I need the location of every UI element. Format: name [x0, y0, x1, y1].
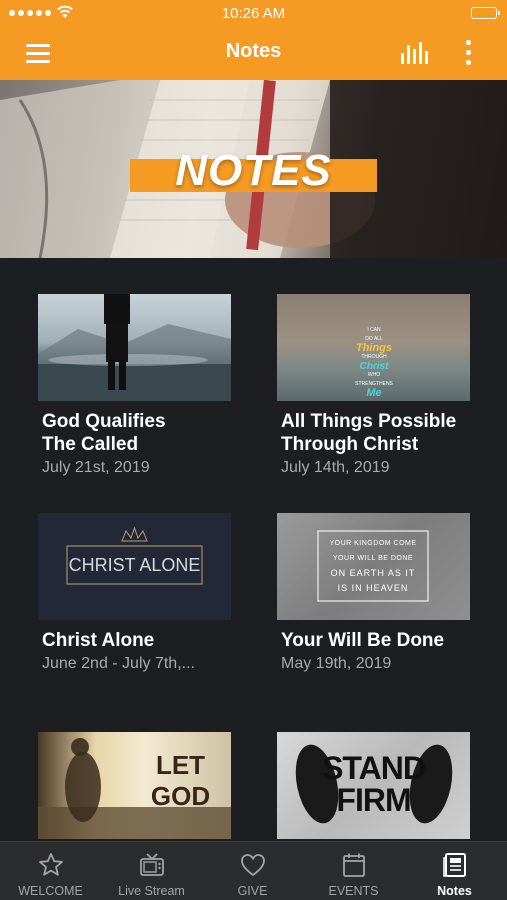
tab-bar: WELCOME Live Stream GIVE EVENTS Notes	[0, 841, 507, 900]
tab-label: Live Stream	[118, 884, 185, 898]
note-thumbnail: CHRIST ALONE	[38, 513, 231, 620]
thumb-line: YOUR WILL BE DONE	[332, 555, 414, 562]
battery-icon	[471, 7, 500, 19]
note-title: Your Will Be Done	[281, 630, 445, 651]
audio-levels-icon[interactable]	[398, 39, 432, 67]
note-thumbnail: YOUR KINGDOM COME YOUR WILL BE DONE ON E…	[277, 513, 470, 620]
note-date: June 2nd - July 7th,...	[42, 655, 195, 672]
tab-give[interactable]: GIVE	[202, 842, 303, 900]
thumb-line: WHO	[367, 372, 381, 378]
note-title-line: God Qualifies	[42, 411, 166, 432]
note-thumbnail: STAND FIRM	[277, 732, 470, 839]
thumb-line: Things	[355, 342, 393, 354]
notes-icon	[443, 853, 466, 877]
note-thumbnail	[38, 294, 231, 401]
tab-events[interactable]: EVENTS	[303, 842, 404, 900]
note-title-line: The Called	[42, 434, 139, 455]
notes-grid: God Qualifies The Called July 21st, 2019…	[0, 258, 507, 841]
star-icon	[39, 853, 63, 876]
calendar-icon	[343, 853, 365, 877]
thumbnail-title: LET GOD	[150, 750, 211, 811]
more-options-button[interactable]	[458, 38, 478, 68]
note-title-line: Through Christ	[281, 434, 419, 455]
hero-banner: NOTES	[0, 80, 507, 258]
tab-label: Notes	[437, 884, 472, 898]
nav-bar: Notes	[0, 26, 507, 80]
tab-label: WELCOME	[18, 884, 83, 898]
thumb-line: ON EARTH AS IT	[330, 568, 416, 578]
tab-live-stream[interactable]: Live Stream	[101, 842, 202, 900]
heart-icon	[241, 854, 265, 877]
thumbnail-verse-art: I CAN DO ALL Things THROUGH Christ WHO S…	[343, 326, 405, 399]
tab-notes[interactable]: Notes	[404, 842, 505, 900]
thumb-line: I CAN	[367, 327, 381, 333]
thumbnail-verse: YOUR KINGDOM COME YOUR WILL BE DONE ON E…	[318, 536, 428, 596]
tab-label: GIVE	[237, 884, 268, 898]
thumbnail-title: STAND FIRM	[277, 752, 470, 816]
note-title: God Qualifies The Called	[42, 410, 242, 456]
thumb-line: Me	[366, 387, 382, 399]
tab-label: EVENTS	[328, 884, 379, 898]
status-bar: 10:26 AM	[0, 0, 507, 26]
note-title: All Things Possible Through Christ	[281, 410, 481, 456]
tab-welcome[interactable]: WELCOME	[0, 842, 101, 900]
note-thumbnail: I CAN DO ALL Things THROUGH Christ WHO S…	[277, 294, 470, 401]
note-date: July 14th, 2019	[281, 459, 390, 476]
thumb-line: STAND	[322, 750, 426, 786]
note-date: July 21st, 2019	[42, 459, 150, 476]
status-time: 10:26 AM	[221, 5, 286, 22]
thumb-line: Christ	[359, 361, 389, 372]
thumb-line: YOUR KINGDOM COME	[329, 540, 417, 547]
thumb-line: FIRM	[336, 782, 411, 818]
note-title: Christ Alone	[42, 630, 155, 651]
thumbnail-title: CHRIST ALONE	[68, 555, 201, 575]
note-title-line: All Things Possible	[281, 411, 457, 432]
note-thumbnail: LET GOD	[38, 732, 231, 839]
hero-title: NOTES	[175, 146, 332, 195]
thumb-line: IS IN HEAVEN	[337, 583, 409, 593]
note-date: May 19th, 2019	[281, 655, 392, 672]
tv-icon	[140, 853, 164, 876]
